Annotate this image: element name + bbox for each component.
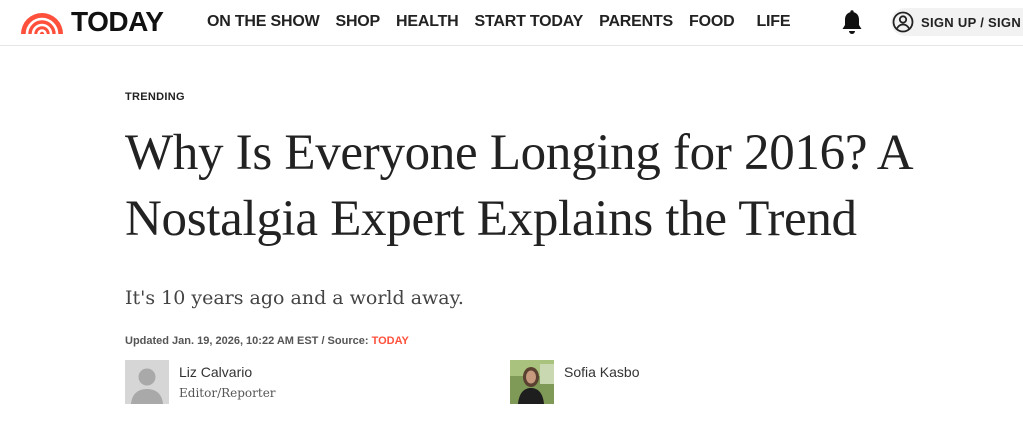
author-info: Sofia Kasbo [564, 360, 640, 404]
main-nav: ON THE SHOW SHOP HEALTH START TODAY PARE… [207, 12, 806, 32]
bell-icon [842, 10, 862, 34]
nav-item-on-the-show[interactable]: ON THE SHOW [207, 12, 320, 32]
user-circle-icon [892, 11, 914, 33]
updated-timestamp: Updated Jan. 19, 2026, 10:22 AM EST / So… [125, 335, 372, 347]
nav-item-health[interactable]: HEALTH [396, 12, 459, 32]
article-meta: Updated Jan. 19, 2026, 10:22 AM EST / So… [125, 335, 409, 347]
sign-in-button[interactable]: SIGN UP / SIGN I [891, 8, 1023, 36]
author-info: Liz Calvario Editor/Reporter [179, 360, 276, 404]
logo-wordmark: TODAY [71, 6, 164, 37]
author-byline: Liz Calvario Editor/Reporter [125, 360, 276, 404]
article-kicker[interactable]: TRENDING [125, 91, 185, 103]
nav-item-parents[interactable]: PARENTS [599, 12, 673, 32]
article-headline: Why Is Everyone Longing for 2016? A Nost… [125, 125, 911, 247]
today-logo[interactable]: TODAY [19, 6, 164, 37]
sign-in-label: SIGN UP / SIGN I [921, 14, 1023, 30]
author-role: Editor/Reporter [179, 386, 276, 400]
avatar[interactable] [510, 360, 554, 404]
nav-item-start-today[interactable]: START TODAY [475, 12, 584, 32]
article-dek: It's 10 years ago and a world away. [125, 287, 464, 309]
site-header: TODAY ON THE SHOW SHOP HEALTH START TODA… [0, 0, 1023, 46]
nav-item-shop[interactable]: SHOP [335, 12, 380, 32]
author-byline: Sofia Kasbo [510, 360, 640, 404]
nav-item-life[interactable]: LIFE [756, 12, 790, 32]
default-avatar-icon [125, 360, 169, 404]
author-photo [510, 360, 554, 404]
author-name[interactable]: Liz Calvario [179, 363, 276, 381]
author-name[interactable]: Sofia Kasbo [564, 363, 640, 381]
notifications-button[interactable] [840, 10, 864, 36]
avatar[interactable] [125, 360, 169, 404]
today-sunrise-logo-icon [21, 13, 63, 34]
nav-item-food[interactable]: FOOD [689, 12, 735, 32]
source-link[interactable]: TODAY [372, 335, 409, 347]
